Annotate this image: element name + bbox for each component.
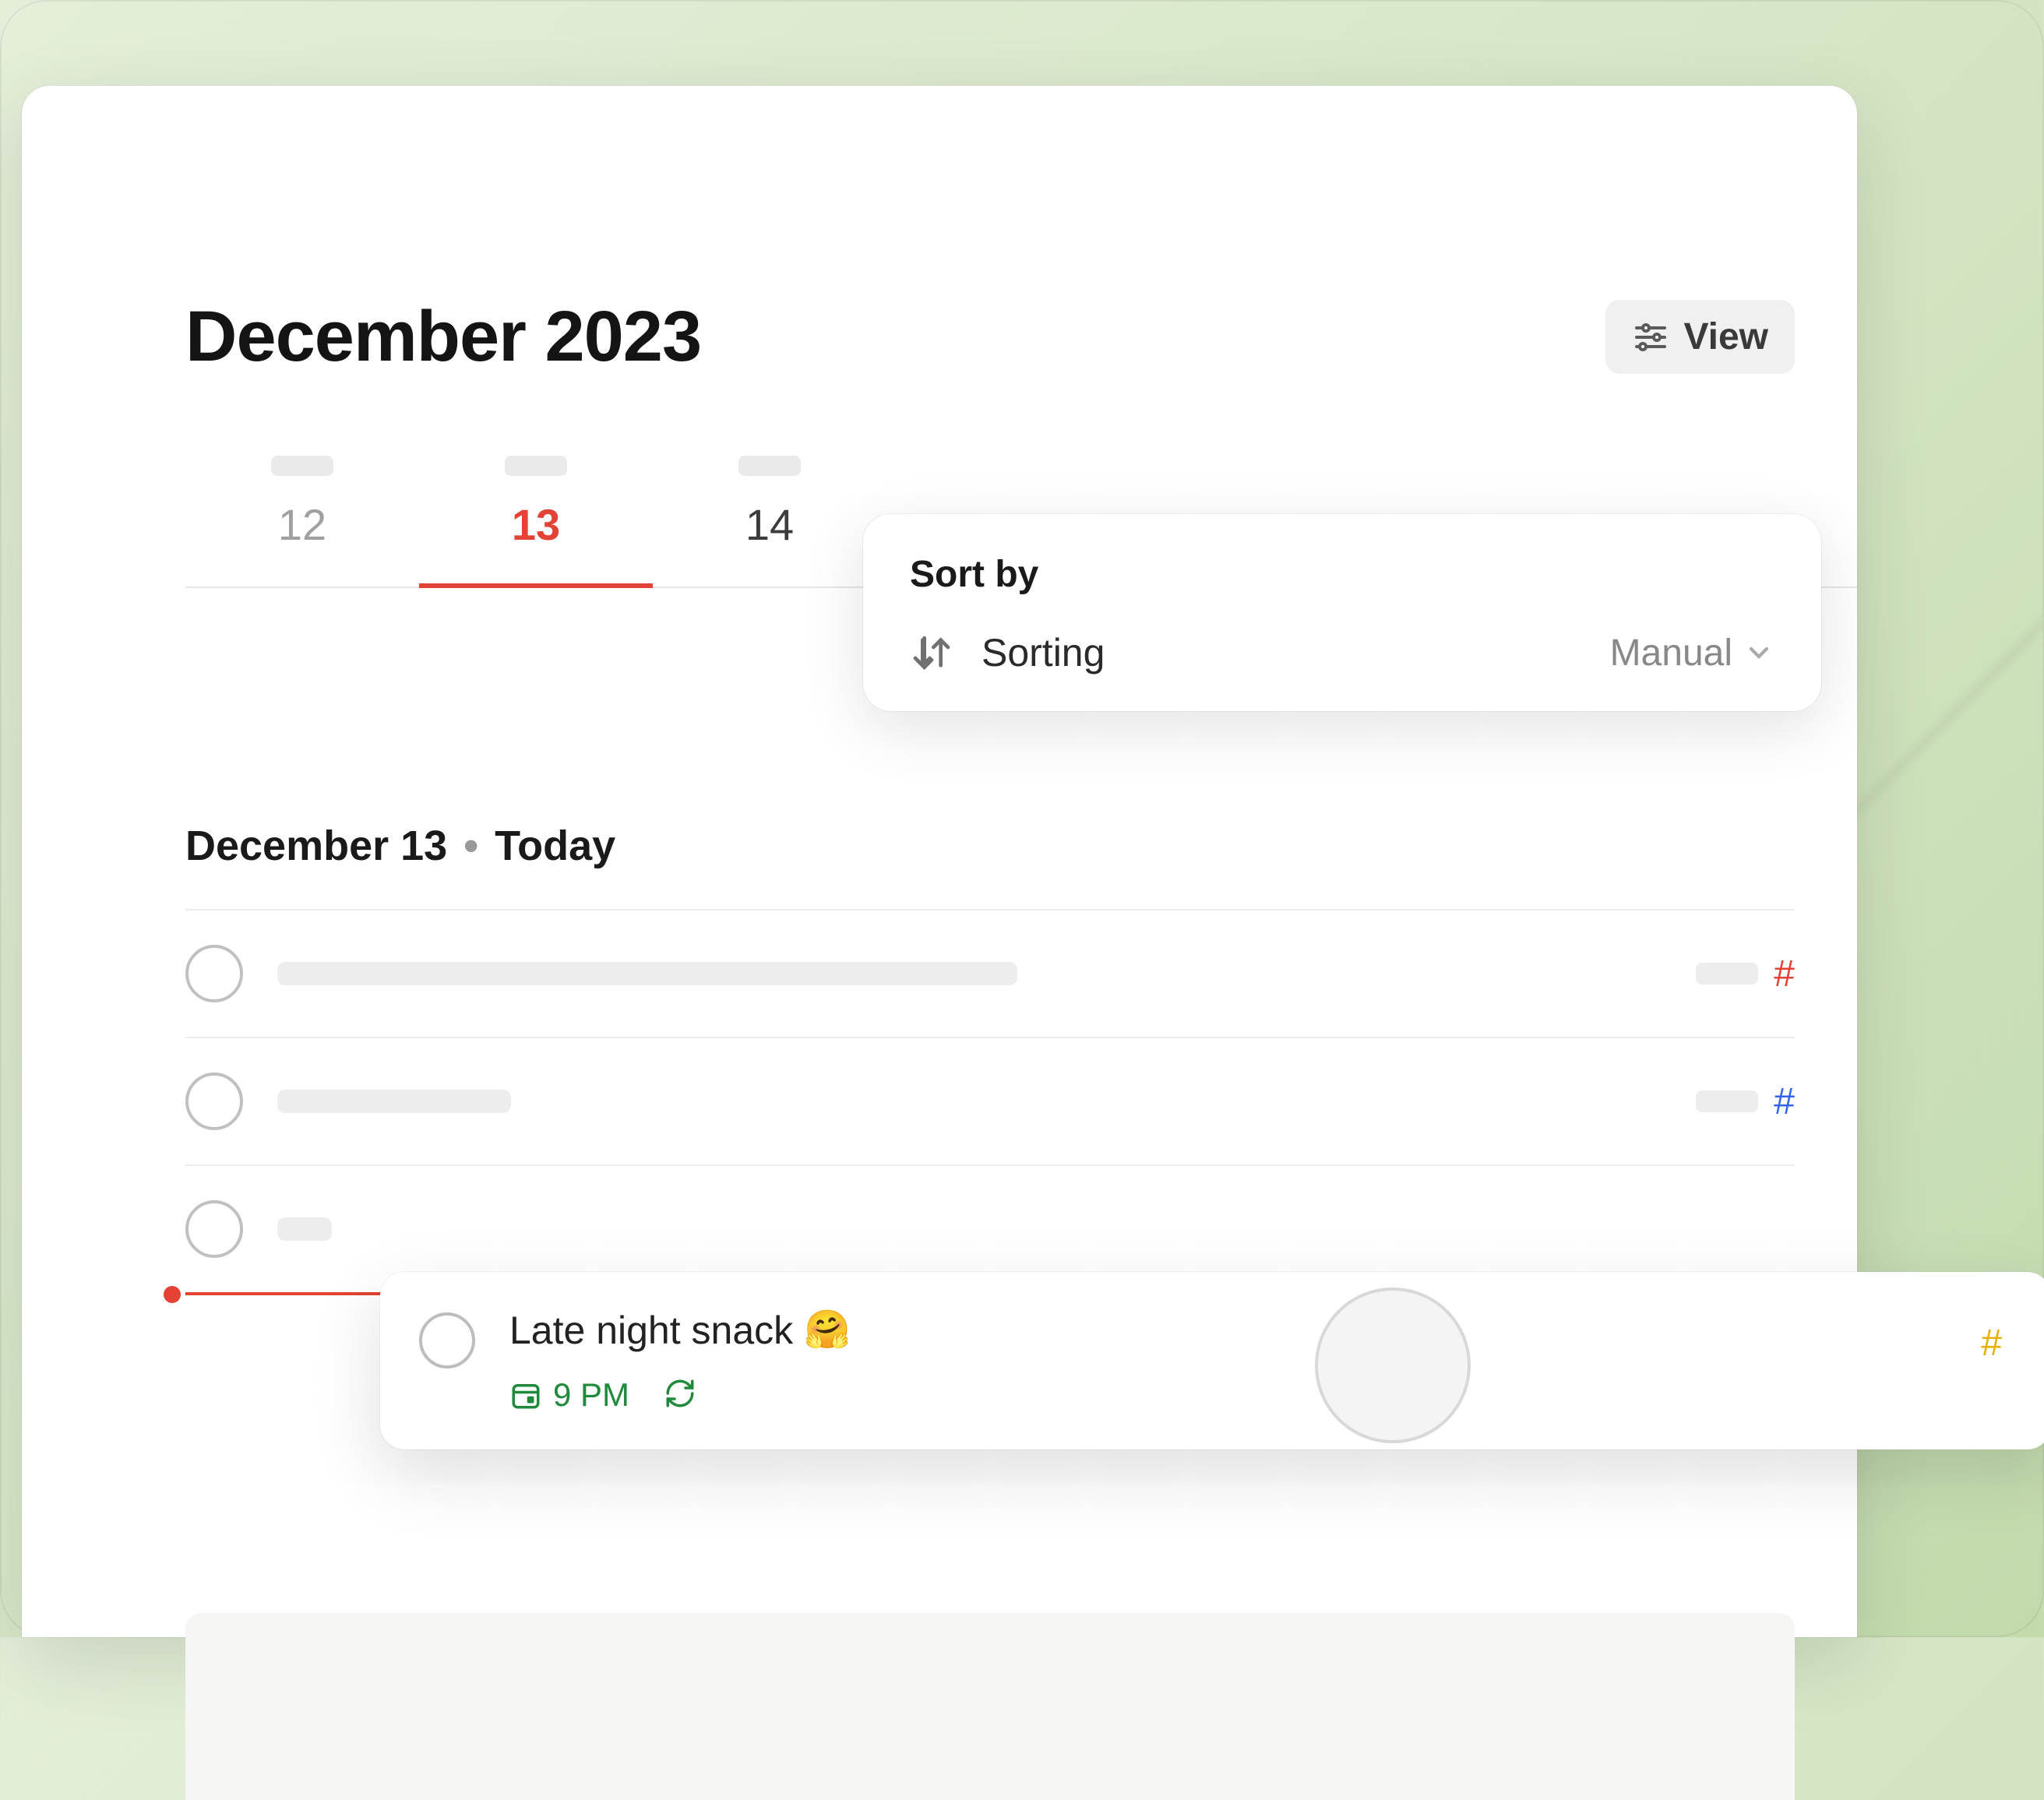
task-title-placeholder: [277, 1217, 332, 1241]
dow-placeholder: [271, 456, 333, 476]
chevron-down-icon: [1743, 637, 1774, 668]
task-row[interactable]: #: [185, 1037, 1795, 1164]
day-heading: December 13 • Today: [185, 822, 1857, 870]
sort-option-label: Sorting: [981, 630, 1105, 675]
task-title-placeholder: [277, 1090, 511, 1113]
repeat-icon: [664, 1377, 696, 1414]
date-number: 14: [745, 499, 794, 550]
task-checkbox[interactable]: [419, 1312, 475, 1368]
task-checkbox[interactable]: [185, 945, 243, 1002]
sort-option-value: Manual: [1610, 632, 1774, 675]
dragging-task-area: Late night snack 🤗 9 PM: [185, 1311, 2021, 1560]
app-window: December 2023 View 12 13 14: [22, 86, 1857, 1637]
sliders-icon: [1632, 319, 1669, 356]
calendar-icon: [509, 1379, 542, 1411]
task-time: 9 PM: [509, 1376, 629, 1414]
sort-popover-title: Sort by: [910, 553, 1774, 596]
date-number: 13: [512, 499, 560, 550]
task-title-placeholder: [277, 962, 1017, 985]
project-hash-icon: #: [1981, 1322, 2002, 1365]
task-checkbox[interactable]: [185, 1200, 243, 1258]
project-hash-icon: #: [1774, 953, 1795, 995]
sort-popover: Sort by Sorting Manual: [863, 514, 1821, 711]
dow-placeholder: [738, 456, 801, 476]
task-checkbox[interactable]: [185, 1073, 243, 1130]
view-button-label: View: [1683, 315, 1768, 358]
task-row[interactable]: #: [185, 909, 1795, 1037]
task-title: Late night snack 🤗: [509, 1308, 851, 1353]
sort-option-row[interactable]: Sorting Manual: [910, 630, 1774, 675]
sort-arrows-icon: [910, 631, 953, 675]
date-number: 12: [278, 499, 326, 550]
task-list: # #: [185, 909, 1795, 1292]
page-title: December 2023: [185, 296, 701, 378]
overdue-section-placeholder: [185, 1613, 1795, 1800]
drag-cursor-indicator: [1315, 1287, 1471, 1443]
project-placeholder: [1696, 1090, 1758, 1112]
date-cell-next[interactable]: 14: [653, 456, 886, 586]
date-cell-today[interactable]: 13: [419, 456, 653, 586]
emoji: 🤗: [804, 1312, 851, 1349]
project-placeholder: [1696, 963, 1758, 985]
dragging-task-card[interactable]: Late night snack 🤗 9 PM: [380, 1272, 2044, 1450]
date-cell-prev[interactable]: 12: [185, 456, 419, 586]
project-hash-icon: #: [1774, 1080, 1795, 1123]
dow-placeholder: [505, 456, 567, 476]
view-button[interactable]: View: [1605, 300, 1795, 374]
